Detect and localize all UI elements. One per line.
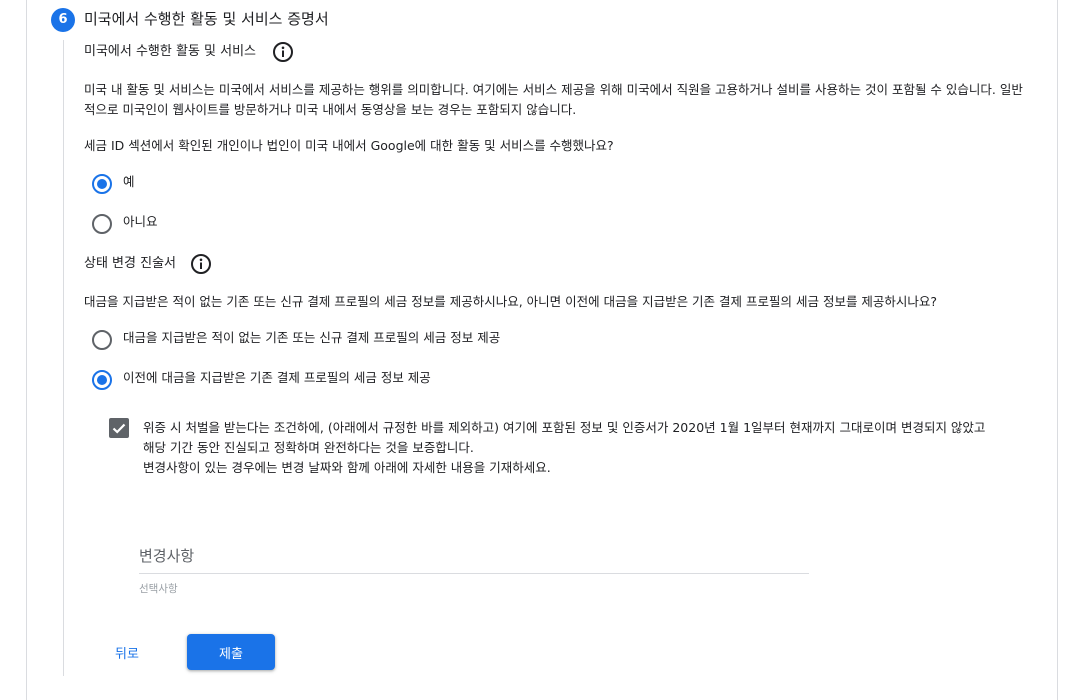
info-icon[interactable] [272,41,294,63]
back-button[interactable]: 뒤로 [98,634,156,670]
activities-description: 미국 내 활동 및 서비스는 미국에서 서비스를 제공하는 행위를 의미합니다.… [84,82,1023,117]
step-connector-line [63,40,64,676]
status-change-heading: 상태 변경 진술서 [84,256,176,271]
certification-checkbox[interactable] [109,418,129,438]
changes-input[interactable] [139,540,809,574]
radio-label: 예 [123,174,135,189]
radio-label: 아니요 [123,214,158,229]
certification-line: 변경사항이 있는 경우에는 변경 날짜와 함께 아래에 자세한 내용을 기재하세… [143,460,551,475]
radio-button[interactable] [92,330,112,350]
status-change-question: 대금을 지급받은 적이 없는 기존 또는 신규 결제 프로필의 세금 정보를 제… [84,294,938,309]
submit-button[interactable]: 제출 [187,634,275,670]
certification-line: 해당 기간 동안 진실되고 정확하며 완전하다는 것을 보증합니다. [143,440,474,455]
radio-label: 이전에 대금을 지급받은 기존 결제 프로필의 세금 정보 제공 [123,370,431,385]
radio-button-selected[interactable] [92,174,112,194]
activities-question: 세금 ID 섹션에서 확인된 개인이나 법인이 미국 내에서 Google에 대… [84,138,614,153]
radio-label: 대금을 지급받은 적이 없는 기존 또는 신규 결제 프로필의 세금 정보 제공 [123,330,501,345]
activities-heading: 미국에서 수행한 활동 및 서비스 [84,44,257,59]
checkmark-icon [112,423,126,434]
radio-button-selected[interactable] [92,370,112,390]
step-title: 미국에서 수행한 활동 및 서비스 증명서 [84,10,329,28]
info-icon[interactable] [190,253,212,275]
certification-line: 위증 시 처벌을 받는다는 조건하에, (아래에서 규정한 바를 제외하고) 여… [143,420,986,435]
changes-field-hint: 선택사항 [139,583,178,595]
step-number-badge: 6 [51,8,75,32]
radio-button[interactable] [92,214,112,234]
certification-text: 위증 시 처벌을 받는다는 조건하에, (아래에서 규정한 바를 제외하고) 여… [143,418,1038,478]
